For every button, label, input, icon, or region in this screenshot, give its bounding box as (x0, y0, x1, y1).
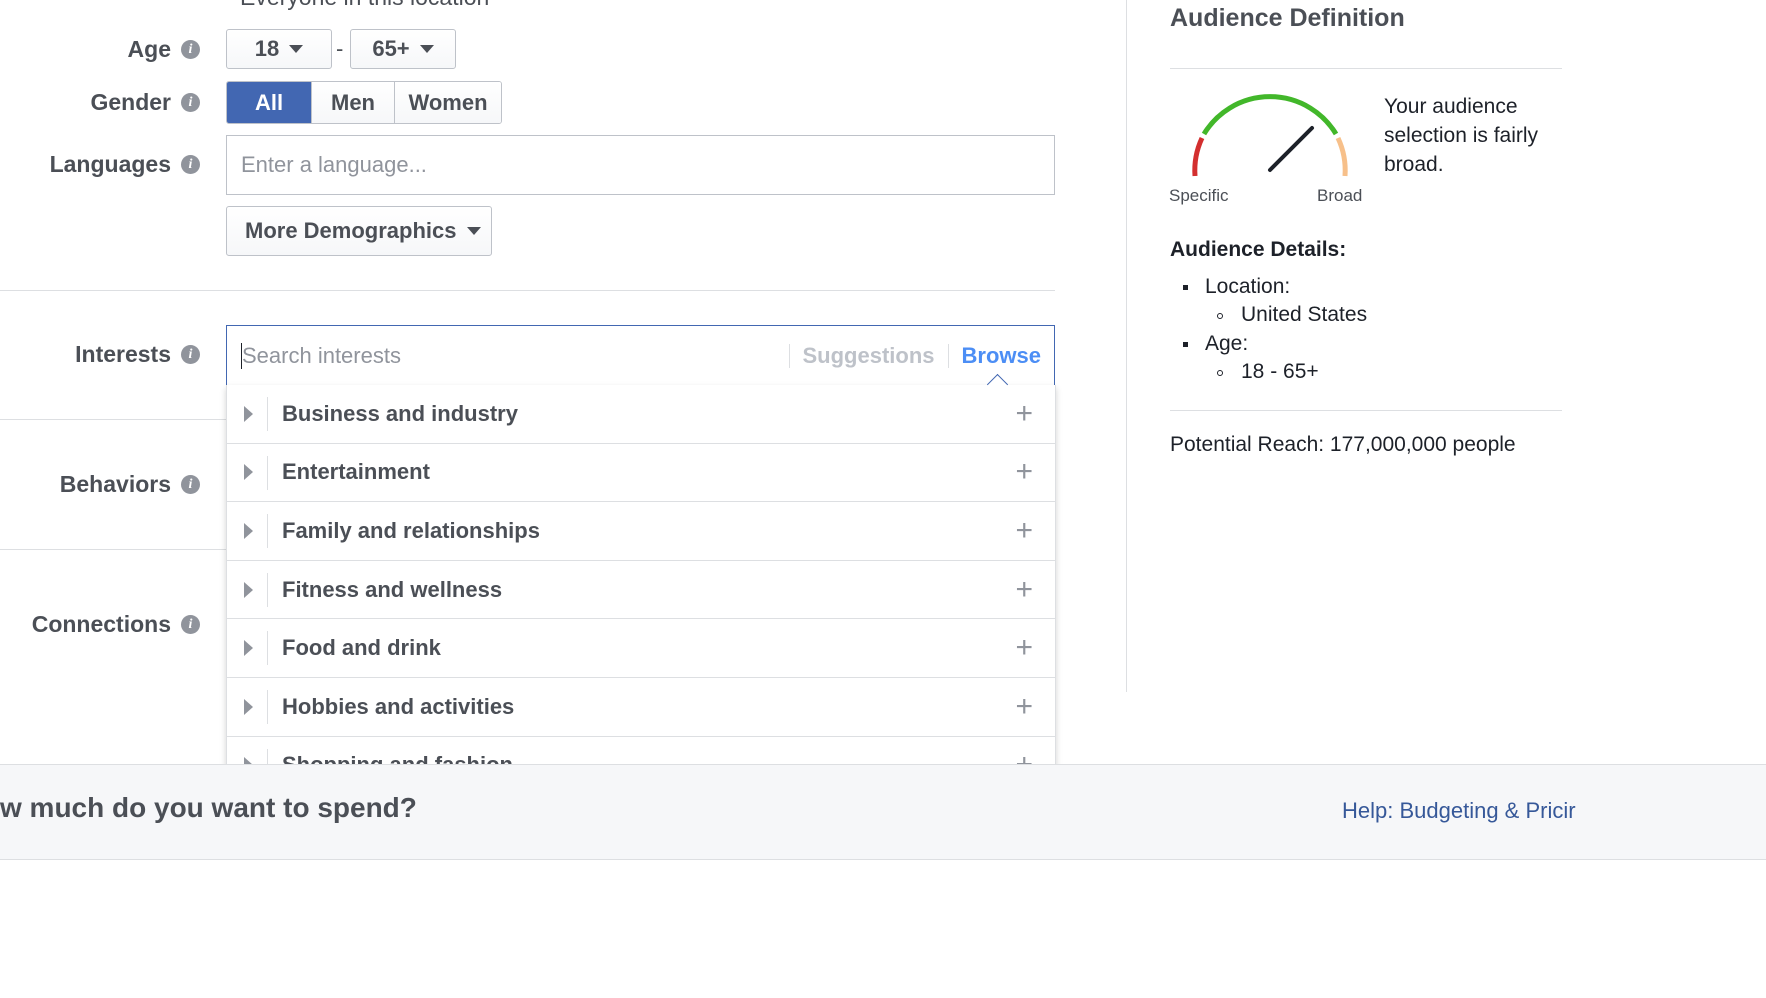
triangle-right-icon[interactable] (244, 698, 253, 715)
age-min-dropdown[interactable]: 18 (226, 29, 332, 69)
gender-label: Gender i (90, 89, 200, 116)
gender-all-button[interactable]: All (227, 82, 312, 123)
triangle-right-icon[interactable] (244, 640, 253, 657)
connections-label: Connections i (32, 611, 200, 638)
gender-men-button[interactable]: Men (312, 82, 395, 123)
bullet-icon (1217, 370, 1223, 376)
separator (947, 343, 949, 368)
info-icon[interactable]: i (181, 93, 200, 112)
gauge-specific-label: Specific (1169, 186, 1229, 205)
gender-selector: All Men Women (226, 81, 502, 124)
location-value: United States (1241, 303, 1368, 326)
more-demographics-button[interactable]: More Demographics (226, 206, 492, 256)
info-icon[interactable]: i (181, 615, 200, 634)
divider (0, 419, 226, 420)
bullet-icon (1217, 313, 1223, 319)
bullet-icon (1183, 342, 1188, 347)
category-row[interactable]: Shopping and fashion + (227, 737, 1055, 766)
gender-women-button[interactable]: Women (395, 82, 501, 123)
potential-reach: Potential Reach: 177,000,000 people (1170, 433, 1516, 456)
suggestions-tab[interactable]: Suggestions (803, 343, 935, 369)
divider (1170, 410, 1562, 411)
interests-search-input[interactable]: Search interests Suggestions Browse (226, 325, 1055, 386)
age-detail-label: Age: (1205, 332, 1249, 355)
languages-label: Languages i (50, 151, 200, 178)
gauge-specific-arc (1192, 136, 1205, 177)
triangle-right-icon[interactable] (244, 522, 253, 539)
category-row[interactable]: Food and drink + (227, 619, 1055, 678)
budget-section-header: w much do you want to spend? Help: Budge… (0, 764, 1766, 860)
behaviors-label: Behaviors i (60, 471, 200, 498)
plus-icon[interactable]: + (1015, 631, 1033, 665)
location-label: Location: (1205, 275, 1291, 298)
category-row[interactable]: Family and relationships + (227, 502, 1055, 561)
gauge-range-arc (1201, 94, 1339, 136)
age-label: Age i (128, 36, 200, 63)
language-input[interactable]: Enter a language... (226, 135, 1055, 195)
category-row[interactable]: Business and industry + (227, 385, 1055, 444)
age-separator: - (336, 36, 344, 61)
triangle-right-icon[interactable] (244, 464, 253, 481)
divider (0, 549, 226, 550)
info-icon[interactable]: i (181, 40, 200, 59)
gauge-needle (1268, 126, 1314, 172)
gauge-broad-label: Broad (1317, 186, 1363, 205)
gauge-broad-arc (1335, 136, 1348, 177)
plus-icon[interactable]: + (1015, 573, 1033, 607)
age-max-dropdown[interactable]: 65+ (350, 29, 456, 69)
audience-details-title: Audience Details: (1170, 238, 1347, 261)
category-row[interactable]: Hobbies and activities + (227, 678, 1055, 737)
caret-down-icon (466, 227, 481, 235)
info-icon[interactable]: i (181, 155, 200, 174)
divider (0, 290, 1055, 291)
audience-gauge (1192, 94, 1348, 177)
interests-label: Interests i (75, 341, 200, 368)
caret-down-icon (289, 45, 304, 53)
plus-icon[interactable]: + (1015, 455, 1033, 489)
caret-down-icon (419, 45, 434, 53)
help-budgeting-link[interactable]: Help: Budgeting & Pricir (1342, 798, 1576, 824)
spend-heading: w much do you want to spend? (0, 792, 417, 823)
browse-tab[interactable]: Browse (962, 343, 1041, 369)
bullet-icon (1183, 285, 1188, 290)
age-detail-value: 18 - 65+ (1241, 360, 1319, 383)
triangle-right-icon[interactable] (244, 405, 253, 422)
triangle-right-icon[interactable] (244, 581, 253, 598)
plus-icon[interactable]: + (1015, 690, 1033, 724)
location-scope-text[interactable]: Everyone in this location (240, 0, 489, 11)
separator (788, 343, 790, 368)
plus-icon[interactable]: + (1015, 514, 1033, 548)
plus-icon[interactable]: + (1015, 397, 1033, 431)
audience-definition-title: Audience Definition (1170, 4, 1405, 32)
category-row[interactable]: Fitness and wellness + (227, 561, 1055, 620)
panel-divider (1126, 0, 1127, 692)
info-icon[interactable]: i (181, 345, 200, 364)
divider (1170, 68, 1562, 69)
audience-breadth-text: Your audience selection is fairly broad. (1384, 95, 1539, 176)
category-row[interactable]: Entertainment + (227, 444, 1055, 503)
info-icon[interactable]: i (181, 475, 200, 494)
browse-categories-list: Business and industry + Entertainment + … (226, 385, 1056, 767)
